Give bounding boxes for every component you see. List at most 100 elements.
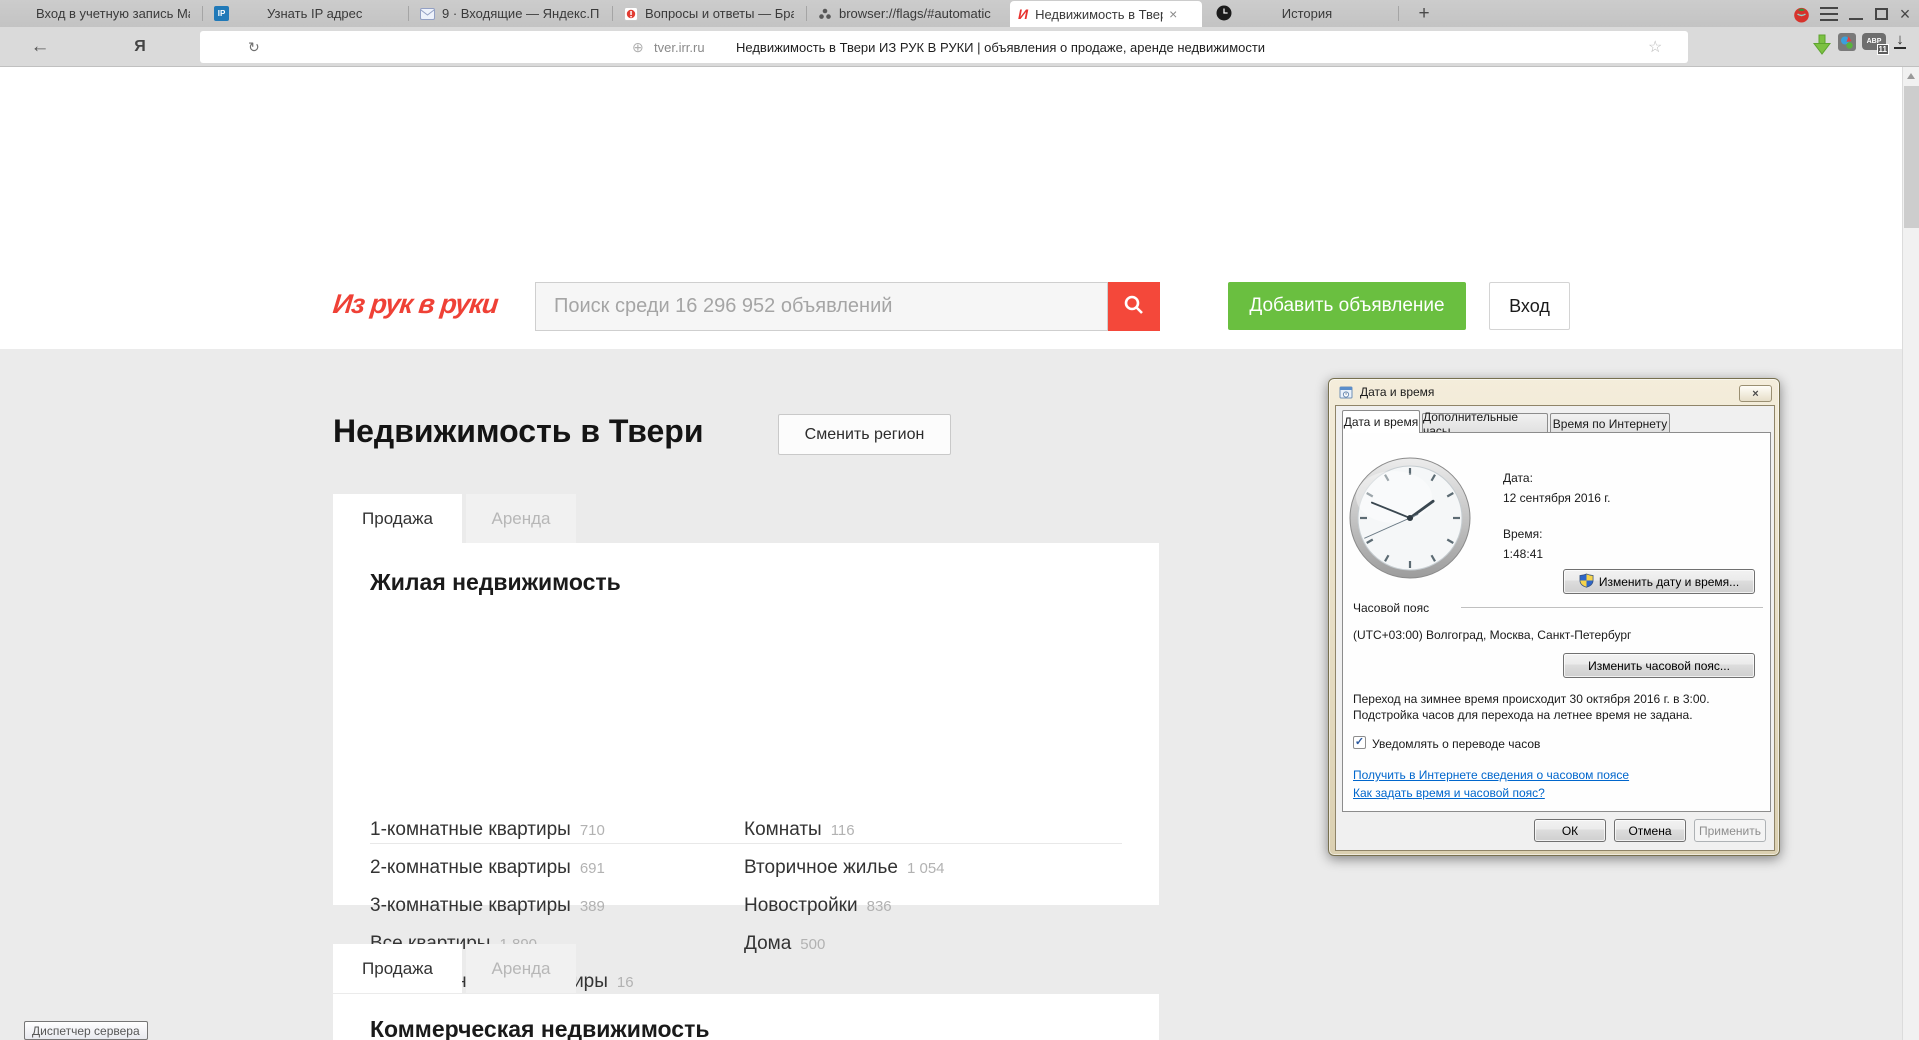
new-tab-button[interactable]: + bbox=[1412, 2, 1436, 26]
tab-label: Узнать IP адрес bbox=[267, 6, 363, 21]
menu-icon[interactable] bbox=[1818, 5, 1840, 23]
taskbar-tooltip: Диспетчер сервера bbox=[24, 1021, 148, 1040]
item-count: 500 bbox=[800, 936, 826, 953]
search-icon bbox=[1123, 294, 1145, 319]
tab-browser-flags[interactable]: browser://flags/#automatic bbox=[810, 0, 1006, 27]
tab-label: Вопросы и ответы — Брауз bbox=[645, 6, 794, 21]
browser-toolbar: ← Я ↻ ⊕ tver.irr.ru Недвижимость в Твери… bbox=[0, 27, 1919, 67]
dst-info-line1: Переход на зимнее время происходит 30 ок… bbox=[1353, 692, 1710, 706]
close-window-button[interactable]: × bbox=[1894, 5, 1916, 23]
datetime-dialog: Дата и время × Дата и время Дополнительн… bbox=[1328, 378, 1780, 856]
date-label: Дата: bbox=[1503, 471, 1533, 485]
url-page-title: Недвижимость в Твери ИЗ РУК В РУКИ | объ… bbox=[736, 39, 1266, 55]
residential-card: Жилая недвижимость 1-комнатные квартиры 7… bbox=[333, 543, 1159, 992]
dialog-tab-datetime[interactable]: Дата и время bbox=[1342, 410, 1420, 433]
page-title: Недвижимость в Твери bbox=[333, 413, 704, 449]
screen: Вход в учетную запись Mai IP Узнать IP а… bbox=[0, 0, 1919, 1040]
item-count: 1 054 bbox=[906, 860, 945, 877]
commercial-card: Коммерческая недвижимость bbox=[333, 994, 1159, 1040]
timezone-info-link[interactable]: Получить в Интернете сведения о часовом … bbox=[1353, 768, 1629, 782]
tab-irr-active[interactable]: И Недвижимость в Твери × bbox=[1010, 1, 1202, 27]
howto-link[interactable]: Как задать время и часовой пояс? bbox=[1353, 786, 1545, 800]
tab-qa[interactable]: Вопросы и ответы — Брауз bbox=[616, 0, 802, 27]
scrollbar-thumb[interactable] bbox=[1904, 86, 1919, 228]
history-tab[interactable]: История bbox=[1252, 6, 1362, 21]
downloads-icon[interactable]: ↓ bbox=[1894, 32, 1906, 49]
uac-shield-icon bbox=[1579, 573, 1594, 591]
change-timezone-button[interactable]: Изменить часовой пояс... bbox=[1563, 653, 1755, 678]
bookmark-star-icon[interactable]: ☆ bbox=[1648, 31, 1662, 63]
url-host: tver.irr.ru bbox=[654, 39, 705, 55]
adblock-badge: 11 bbox=[1876, 44, 1889, 55]
tab-close-icon[interactable]: × bbox=[1169, 7, 1177, 21]
tab-yandex-mail[interactable]: 9 · Входящие — Яндекс.По bbox=[412, 0, 608, 27]
minimize-button[interactable] bbox=[1845, 5, 1867, 23]
login-button[interactable]: Вход bbox=[1489, 282, 1570, 330]
visual-bookmarks-extension-icon[interactable] bbox=[1838, 33, 1856, 51]
add-listing-button[interactable]: Добавить объявление bbox=[1228, 282, 1466, 330]
item-count: 116 bbox=[830, 822, 855, 839]
tab-rent[interactable]: Аренда bbox=[466, 494, 576, 543]
tab-sale-commercial[interactable]: Продажа bbox=[333, 944, 462, 993]
site-logo[interactable]: Из рук в руки bbox=[331, 289, 499, 320]
change-datetime-button[interactable]: Изменить дату и время... bbox=[1563, 569, 1755, 594]
tab-ip-check[interactable]: IP Узнать IP адрес bbox=[206, 0, 404, 27]
adblock-extension-icon[interactable]: ABP 11 bbox=[1862, 33, 1889, 55]
dialog-tab-additional-clocks[interactable]: Дополнительные часы bbox=[1422, 410, 1548, 438]
residential-title: Жилая недвижимость bbox=[370, 569, 621, 595]
notify-checkbox[interactable]: ✓ bbox=[1353, 736, 1366, 749]
irr-favicon: И bbox=[1018, 6, 1029, 22]
dst-info-line2: Подстройка часов для перехода на летнее … bbox=[1353, 708, 1693, 722]
search-input[interactable] bbox=[535, 282, 1108, 331]
list-item[interactable]: Дома bbox=[744, 933, 791, 955]
time-value: 1:48:41 bbox=[1503, 547, 1544, 561]
scrollbar-up-arrow[interactable] bbox=[1907, 73, 1915, 79]
list-item[interactable]: 1-комнатные квартиры bbox=[370, 819, 571, 841]
list-item[interactable]: Вторичное жилье bbox=[744, 857, 898, 879]
cancel-button[interactable]: Отмена bbox=[1614, 819, 1686, 842]
tab-sale[interactable]: Продажа bbox=[333, 494, 462, 543]
date-value: 12 сентября 2016 г. bbox=[1503, 491, 1611, 505]
dialog-titlebar-icon bbox=[1339, 385, 1354, 403]
mail-favicon bbox=[420, 7, 435, 20]
history-clock-icon[interactable] bbox=[1216, 5, 1232, 26]
group-separator bbox=[1461, 607, 1763, 609]
apply-button: Применить bbox=[1694, 819, 1766, 842]
globe-icon: ⊕ bbox=[632, 38, 644, 55]
list-item[interactable]: 3-комнатные квартиры bbox=[370, 895, 571, 917]
search-button[interactable] bbox=[1108, 282, 1160, 331]
item-count: 389 bbox=[579, 898, 605, 915]
reload-icon[interactable]: ↻ bbox=[248, 31, 260, 63]
help-favicon bbox=[624, 6, 638, 21]
timezone-group-label: Часовой пояс bbox=[1353, 601, 1430, 615]
dialog-title: Дата и время bbox=[1360, 385, 1435, 399]
dialog-close-button[interactable]: × bbox=[1739, 385, 1772, 402]
change-region-button[interactable]: Сменить регион bbox=[778, 414, 951, 455]
flags-favicon bbox=[818, 7, 832, 21]
tab-rent-commercial[interactable]: Аренда bbox=[466, 944, 576, 993]
address-bar[interactable]: ↻ ⊕ tver.irr.ru Недвижимость в Твери ИЗ … bbox=[200, 31, 1688, 63]
item-count: 710 bbox=[579, 822, 605, 839]
list-item[interactable]: Новостройки bbox=[744, 895, 858, 917]
tab-label: browser://flags/#automatic bbox=[839, 6, 991, 21]
tab-label: Вход в учетную запись Mai bbox=[36, 6, 190, 21]
list-item[interactable]: 2-комнатные квартиры bbox=[370, 857, 571, 879]
restore-button[interactable] bbox=[1870, 5, 1892, 23]
item-count: 836 bbox=[866, 898, 892, 915]
yandex-logo[interactable]: Я bbox=[128, 27, 152, 67]
dialog-tab-internet-time[interactable]: Время по Интернету bbox=[1550, 413, 1670, 433]
tab-mail-login[interactable]: Вход в учетную запись Mai bbox=[8, 0, 198, 27]
ip-favicon: IP bbox=[214, 6, 229, 21]
ok-button[interactable]: ОК bbox=[1534, 819, 1606, 842]
savefrom-extension-icon[interactable] bbox=[1812, 33, 1832, 56]
list-item[interactable]: Комнаты bbox=[744, 819, 822, 841]
card-divider bbox=[370, 843, 1122, 844]
back-icon[interactable]: ← bbox=[28, 27, 52, 67]
commercial-title: Коммерческая недвижимость bbox=[370, 1016, 710, 1040]
tab-label: 9 · Входящие — Яндекс.По bbox=[442, 6, 600, 21]
item-count: 16 bbox=[616, 974, 634, 991]
tomato-extension-icon[interactable] bbox=[1790, 5, 1812, 23]
scrollbar[interactable] bbox=[1902, 67, 1919, 1040]
item-count: 691 bbox=[579, 860, 605, 877]
notify-checkbox-label[interactable]: Уведомлять о переводе часов bbox=[1372, 737, 1540, 751]
